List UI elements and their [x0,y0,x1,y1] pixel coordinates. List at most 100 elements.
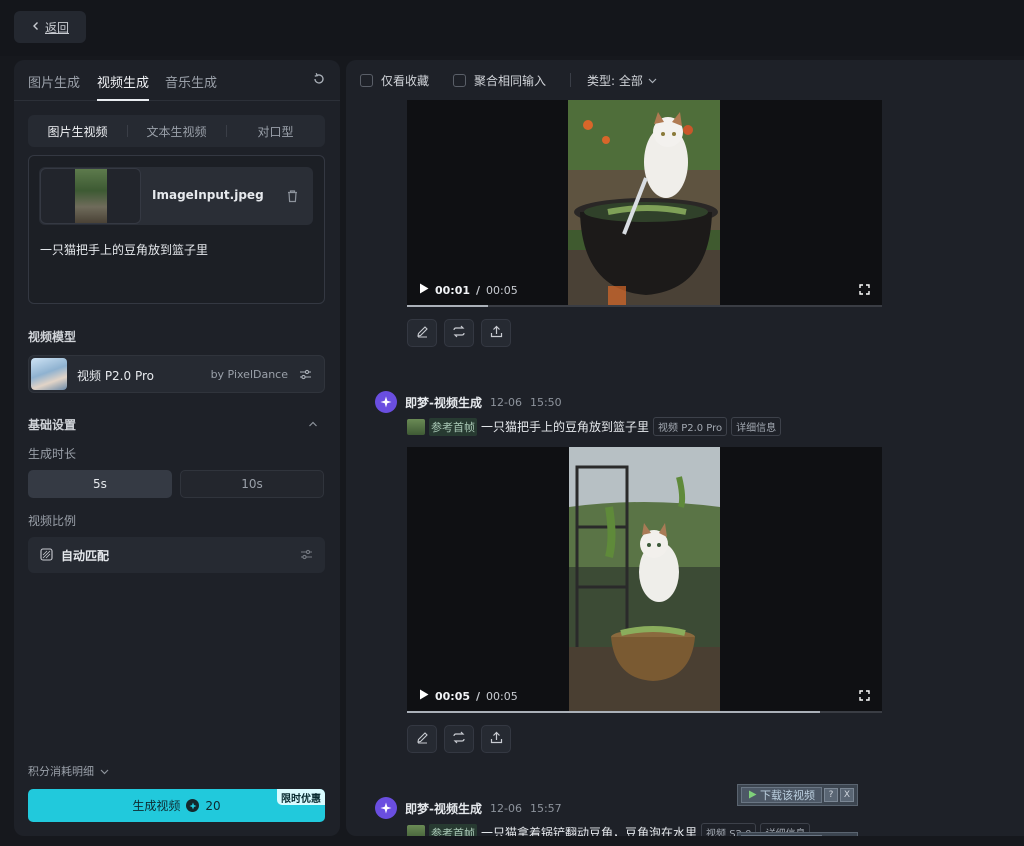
generation-panel: 图片生成 视频生成 音乐生成 图片生视频 文本生视频 对口型 ImageInpu… [14,60,340,836]
prompt-text[interactable]: 一只猫把手上的豆角放到篮子里 [40,241,208,258]
credits-label: 积分消耗明细 [28,765,94,778]
type-filter-dropdown[interactable]: 类型: 全部 [587,72,657,89]
dreamina-logo-icon [375,797,397,819]
credit-coin-icon [186,799,200,812]
ratio-label: 视频比例 [28,514,77,528]
sliders-icon[interactable] [300,548,313,561]
tab-music-generation[interactable]: 音乐生成 [165,72,217,91]
image-thumbnail[interactable] [40,168,141,224]
duration-5s-label: 5s [93,477,107,491]
share-button[interactable] [481,725,511,753]
download-video-button[interactable]: 下载该视频 [741,787,822,803]
generate-cost: 20 [205,798,221,813]
back-button[interactable]: 返回 [14,11,86,43]
download-label: 下载该视频 [760,789,815,802]
play-icon[interactable] [419,689,429,703]
share-button[interactable] [481,319,511,347]
credits-detail-toggle[interactable]: 积分消耗明细 [28,763,109,779]
video-player-1[interactable]: 00:01 / 00:05 [407,100,882,307]
generation-date: 12-06 [489,395,522,409]
favorites-label: 仅看收藏 [381,73,430,88]
pencil-icon [416,325,429,341]
reference-frame-label: 参考首帧 [429,823,477,836]
aggregate-label: 聚合相同输入 [474,73,547,88]
cat-thumbnail-image [75,169,107,223]
video-2-progress-track[interactable] [407,711,882,713]
favorites-checkbox[interactable] [360,73,373,87]
results-panel: 仅看收藏 聚合相同输入 类型: 全部 00:01 / 00:05 即梦-视频生成… [346,60,1024,836]
filter-bar: 仅看收藏 聚合相同输入 类型: 全部 [360,72,681,88]
generation-prompt: 一只猫把手上的豆角放到篮子里 [481,420,650,434]
video-1-progress-fill [407,305,488,307]
repeat-icon [452,325,466,341]
generation-title: 即梦-视频生成 [405,801,482,816]
edit-button[interactable] [407,319,437,347]
video-2-controls: 00:05 / 00:05 [419,689,518,703]
chevron-left-icon [31,20,41,34]
generate-label: 生成视频 [132,799,181,813]
subtab-text-to-video[interactable]: 文本生视频 [127,123,226,140]
generation-header-1: 即梦-视频生成 12-06 15:50 [375,391,562,413]
duration-5s-button[interactable]: 5s [28,470,172,498]
mode-subtabs: 图片生视频 文本生视频 对口型 [28,115,325,147]
help-button[interactable]: ? [824,788,838,802]
video-2-progress-fill [407,711,821,713]
generation-time: 15:57 [529,801,562,815]
upload-icon [490,325,503,341]
video-1-total-time: 00:05 [486,283,518,297]
video-2-total-time: 00:05 [486,689,518,703]
regenerate-button[interactable] [444,319,474,347]
sliders-icon[interactable] [299,368,312,381]
dreamina-logo-icon [375,391,397,413]
top-bar: 返回 [0,0,1024,56]
play-icon[interactable] [419,283,429,297]
download-overlay-2: 下载该视频 ? X [737,832,858,836]
download-video-button[interactable]: 下载该视频 [741,835,822,836]
prompt-input-box[interactable]: ImageInput.jpeg 一只猫把手上的豆角放到篮子里 [28,155,325,304]
duration-10s-button[interactable]: 10s [180,470,324,498]
aggregate-filter[interactable]: 聚合相同输入 [453,72,546,89]
model-selector[interactable]: 视频 P2.0 Pro by PixelDance [28,355,325,393]
generation-date: 12-06 [489,801,522,815]
tab-video-generation[interactable]: 视频生成 [97,72,150,101]
fullscreen-icon[interactable] [859,284,870,295]
aspect-ratio-icon [40,548,53,561]
video-1-controls: 00:01 / 00:05 [419,283,518,297]
model-provider: by PixelDance [210,368,288,381]
video-1-progress-track[interactable] [407,305,882,307]
reference-frame-thumbnail[interactable] [407,824,425,836]
ratio-value: 自动匹配 [61,549,110,563]
edit-button[interactable] [407,725,437,753]
model-tag: 视频 P2.0 Pro [653,417,728,436]
generation-header-2: 即梦-视频生成 12-06 15:57 [375,797,562,819]
download-overlay-1: 下载该视频 ? X [737,784,858,806]
regenerate-button[interactable] [444,725,474,753]
main-tabs: 图片生成 视频生成 音乐生成 [14,60,340,101]
duration-label: 生成时长 [28,447,77,461]
generation-prompt: 一只猫拿着锅铲翻动豆角，豆角泡在水里 [481,826,698,836]
download-label: 下载该视频 [760,835,815,836]
video-1-current-time: 00:01 [435,283,471,297]
ratio-selector[interactable]: 自动匹配 [28,537,325,573]
chevron-down-icon [100,765,109,778]
chevron-up-icon[interactable] [308,417,318,427]
subtab-lip-sync[interactable]: 对口型 [226,123,325,140]
generation-meta-1: 参考首帧 一只猫把手上的豆角放到篮子里 视频 P2.0 Pro 详细信息 [407,417,782,436]
upload-icon [490,731,503,747]
favorites-filter[interactable]: 仅看收藏 [360,72,429,89]
reference-frame-thumbnail[interactable] [407,418,425,435]
video-player-2[interactable]: 00:05 / 00:05 [407,447,882,713]
reset-icon[interactable] [312,72,326,86]
repeat-icon [452,731,466,747]
tab-image-generation[interactable]: 图片生成 [28,72,80,91]
trash-icon[interactable] [286,189,299,203]
generate-video-button[interactable]: 生成视频 20 限时优惠 [28,789,325,822]
uploaded-image-chip: ImageInput.jpeg [39,167,313,225]
fullscreen-icon[interactable] [859,690,870,701]
close-button[interactable]: X [840,788,854,802]
model-name: 视频 P2.0 Pro [77,369,154,383]
subtab-image-to-video[interactable]: 图片生视频 [28,123,127,140]
filter-divider [570,73,572,87]
aggregate-checkbox[interactable] [453,73,467,87]
detail-info-tag[interactable]: 详细信息 [731,417,782,436]
